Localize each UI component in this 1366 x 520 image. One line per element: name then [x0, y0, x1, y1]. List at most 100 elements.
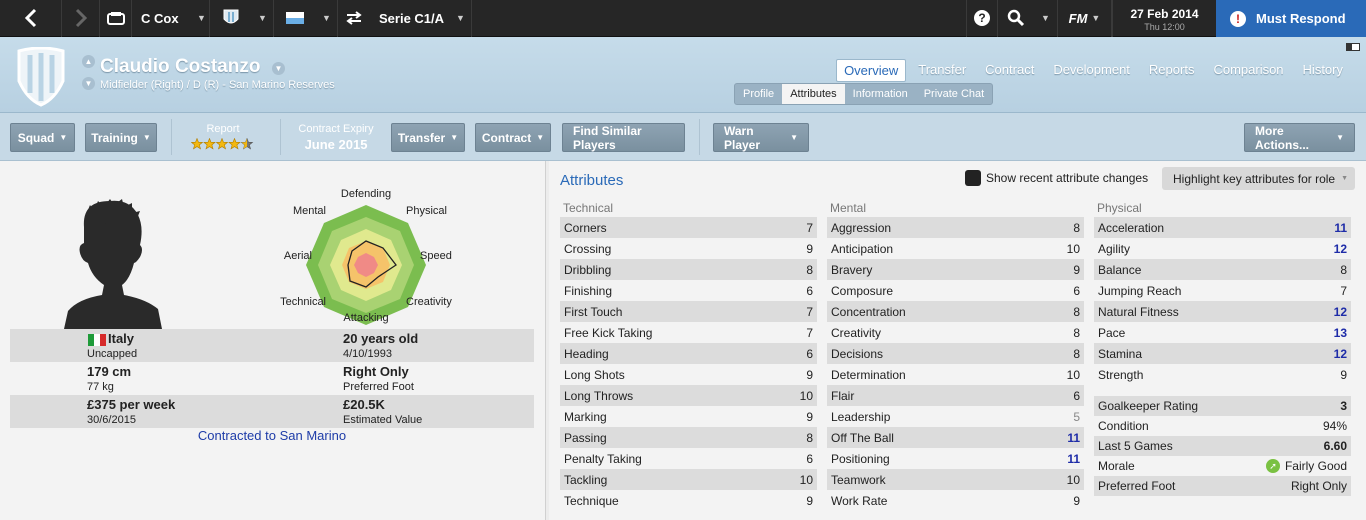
swap-arrows-icon [346, 11, 362, 25]
player-menu-button[interactable]: ▼ [272, 62, 285, 75]
attribute-row[interactable]: Jumping Reach 7 [1094, 280, 1351, 301]
attribute-row[interactable]: Pace 13 [1094, 322, 1351, 343]
morale-arrow-icon: ➚ [1265, 459, 1280, 473]
attribute-row[interactable]: Composure 6 [827, 280, 1084, 301]
attribute-row[interactable]: Crossing 9 [560, 238, 817, 259]
tab-reports[interactable]: Reports [1142, 59, 1202, 82]
tab-history[interactable]: History [1296, 59, 1350, 82]
attribute-row[interactable]: Marking 9 [560, 406, 817, 427]
competition-dropdown[interactable]: ▼ [450, 0, 472, 37]
forward-button[interactable] [62, 0, 100, 37]
attribute-row[interactable]: Tackling 10 [560, 469, 817, 490]
attribute-row[interactable]: Bravery 9 [827, 259, 1084, 280]
highlight-role-dropdown[interactable]: Highlight key attributes for role ▼ [1162, 167, 1355, 190]
help-button[interactable]: ? [966, 0, 998, 37]
attribute-row[interactable]: Goalkeeper Rating 3 [1094, 396, 1351, 416]
subtab-information[interactable]: Information [845, 84, 916, 104]
window-size-icon[interactable] [1346, 43, 1360, 51]
attribute-name: Free Kick Taking [564, 325, 653, 340]
transfer-button[interactable]: Transfer ▼ [391, 123, 465, 152]
attribute-row[interactable]: Leadership 5 [827, 406, 1084, 427]
tab-contract[interactable]: Contract [978, 59, 1041, 82]
attribute-row[interactable]: Long Shots 9 [560, 364, 817, 385]
attribute-row[interactable]: Decisions 8 [827, 343, 1084, 364]
attribute-row[interactable]: Creativity 8 [827, 322, 1084, 343]
attribute-row[interactable]: Long Throws 10 [560, 385, 817, 406]
attribute-row[interactable]: Determination 10 [827, 364, 1084, 385]
contracted-to-link[interactable]: Contracted to San Marino [10, 428, 534, 443]
tab-development[interactable]: Development [1046, 59, 1137, 82]
attribute-row[interactable]: Technique 9 [560, 490, 817, 511]
forward-arrow-icon [75, 8, 87, 28]
club-dropdown[interactable]: ▼ [252, 0, 274, 37]
squad-button[interactable]: Squad ▼ [10, 123, 75, 152]
attribute-row[interactable]: Condition 94% [1094, 416, 1351, 436]
manager-dropdown[interactable]: ▼ [194, 0, 210, 37]
attribute-row[interactable]: Corners 7 [560, 217, 817, 238]
search-dropdown[interactable]: ▼ [1034, 0, 1058, 37]
attribute-name: Pace [1098, 325, 1126, 340]
attribute-row[interactable]: Finishing 6 [560, 280, 817, 301]
inbox-button[interactable] [100, 0, 132, 37]
attribute-row[interactable]: Heading 6 [560, 343, 817, 364]
attribute-row[interactable]: Morale ➚ Fairly Good [1094, 456, 1351, 476]
attribute-row[interactable]: Agility 12 [1094, 238, 1351, 259]
attribute-value: 10 [1066, 241, 1080, 256]
nation-button[interactable] [274, 0, 316, 37]
tab-overview[interactable]: Overview [836, 59, 907, 82]
competition-switch-button[interactable] [338, 0, 370, 37]
nationality[interactable]: Italy [108, 331, 134, 346]
attribute-row[interactable]: Positioning 11 [827, 448, 1084, 469]
attribute-name: Positioning [831, 451, 890, 466]
chevron-down-icon: ▼ [1336, 133, 1344, 142]
show-changes-toggle[interactable]: Show recent attribute changes [965, 170, 1148, 186]
radar-label-mental: Mental [293, 205, 326, 217]
attribute-row[interactable]: Strength 9 [1094, 364, 1351, 385]
fm-menu-button[interactable]: FM ▼ [1058, 0, 1112, 37]
attribute-row[interactable]: Teamwork 10 [827, 469, 1084, 490]
attribute-row[interactable]: Anticipation 10 [827, 238, 1084, 259]
chevron-down-icon: ▼ [1041, 13, 1050, 23]
attribute-row[interactable]: Free Kick Taking 7 [560, 322, 817, 343]
attribute-row[interactable]: Concentration 8 [827, 301, 1084, 322]
attribute-row[interactable]: Flair 6 [827, 385, 1084, 406]
manager-menu[interactable]: C Cox [132, 0, 194, 37]
subtab-private-chat[interactable]: Private Chat [916, 84, 993, 104]
attribute-row[interactable]: Penalty Taking 6 [560, 448, 817, 469]
training-button[interactable]: Training ▼ [85, 123, 157, 152]
highlight-label: Highlight key attributes for role [1173, 171, 1336, 186]
checkbox[interactable] [965, 170, 981, 186]
nation-dropdown[interactable]: ▼ [316, 0, 338, 37]
tab-transfer[interactable]: Transfer [911, 59, 973, 82]
warn-player-button[interactable]: Warn Player ▼ [713, 123, 809, 152]
subtab-profile[interactable]: Profile [735, 84, 782, 104]
report-summary[interactable]: Report [180, 123, 266, 153]
attribute-row[interactable]: Stamina 12 [1094, 343, 1351, 364]
attribute-row[interactable]: Last 5 Games 6.60 [1094, 436, 1351, 456]
attribute-row[interactable]: Aggression 8 [827, 217, 1084, 238]
attribute-value: 12 [1333, 241, 1347, 256]
competition-menu[interactable]: Serie C1/A [370, 0, 450, 37]
attribute-row[interactable]: Preferred Foot Right Only [1094, 476, 1351, 496]
tab-comparison[interactable]: Comparison [1206, 59, 1290, 82]
club-button[interactable] [210, 0, 252, 37]
player-name: Claudio Costanzo [100, 56, 261, 77]
attribute-row[interactable]: Balance 8 [1094, 259, 1351, 280]
attribute-row[interactable]: Passing 8 [560, 427, 817, 448]
attribute-row[interactable]: Work Rate 9 [827, 490, 1084, 511]
attribute-value: 12 [1333, 346, 1347, 361]
subtab-attributes[interactable]: Attributes [782, 84, 845, 104]
more-actions-button[interactable]: More Actions... ▼ [1244, 123, 1355, 152]
back-button[interactable] [0, 0, 62, 37]
next-player-button[interactable]: ▼ [82, 77, 95, 90]
previous-player-button[interactable]: ▲ [82, 55, 95, 68]
search-button[interactable] [998, 0, 1034, 37]
attribute-row[interactable]: Acceleration 11 [1094, 217, 1351, 238]
must-respond-button[interactable]: ! Must Respond [1216, 0, 1366, 37]
contract-button[interactable]: Contract ▼ [475, 123, 551, 152]
find-similar-players-button[interactable]: Find Similar Players [562, 123, 685, 152]
attribute-row[interactable]: Natural Fitness 12 [1094, 301, 1351, 322]
attribute-row[interactable]: First Touch 7 [560, 301, 817, 322]
attribute-row[interactable]: Dribbling 8 [560, 259, 817, 280]
attribute-row[interactable]: Off The Ball 11 [827, 427, 1084, 448]
